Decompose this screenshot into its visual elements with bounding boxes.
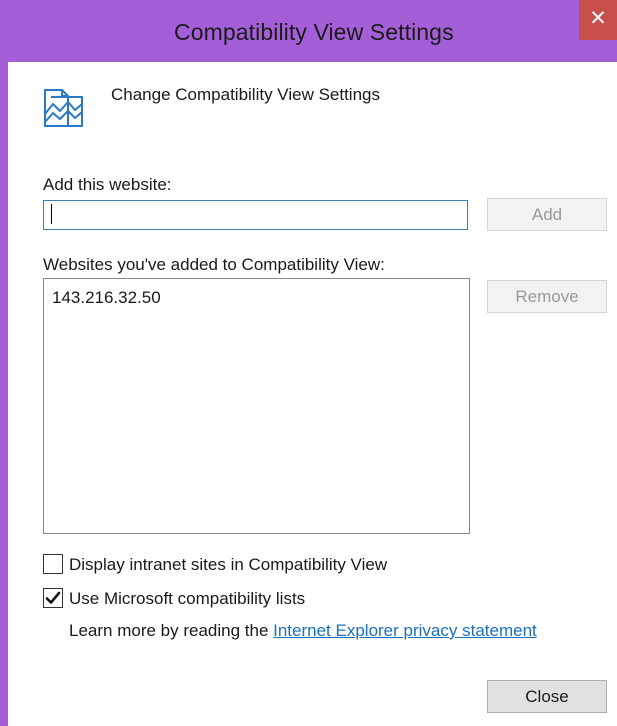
- websites-listbox[interactable]: 143.216.32.50: [43, 278, 470, 534]
- checkmark-icon: [45, 591, 61, 604]
- add-website-label: Add this website:: [43, 175, 172, 194]
- remove-button[interactable]: Remove: [487, 280, 607, 313]
- intranet-checkbox-label[interactable]: Display intranet sites in Compatibility …: [69, 555, 387, 575]
- microsoft-lists-checkbox[interactable]: [43, 588, 63, 608]
- add-website-input[interactable]: [43, 200, 468, 230]
- dialog-window: Compatibility View Settings ✕ Change Com…: [0, 0, 617, 726]
- close-button[interactable]: Close: [487, 680, 607, 713]
- window-close-button[interactable]: ✕: [579, 0, 617, 40]
- learn-more-text: Learn more by reading the Internet Explo…: [69, 621, 537, 641]
- text-caret: [51, 204, 52, 224]
- close-icon: ✕: [589, 6, 607, 30]
- learn-more-prefix: Learn more by reading the: [69, 621, 274, 640]
- add-button[interactable]: Add: [487, 198, 607, 231]
- websites-list-label: Websites you've added to Compatibility V…: [43, 255, 385, 274]
- microsoft-lists-checkbox-label[interactable]: Use Microsoft compatibility lists: [69, 589, 305, 609]
- title-bar[interactable]: Compatibility View Settings ✕: [0, 0, 617, 62]
- intranet-checkbox[interactable]: [43, 554, 63, 574]
- window-title: Compatibility View Settings: [174, 19, 454, 45]
- list-item[interactable]: 143.216.32.50: [52, 288, 161, 308]
- privacy-statement-link[interactable]: Internet Explorer privacy statement: [273, 621, 537, 640]
- header-text: Change Compatibility View Settings: [111, 85, 380, 104]
- compatibility-view-icon: [44, 89, 83, 127]
